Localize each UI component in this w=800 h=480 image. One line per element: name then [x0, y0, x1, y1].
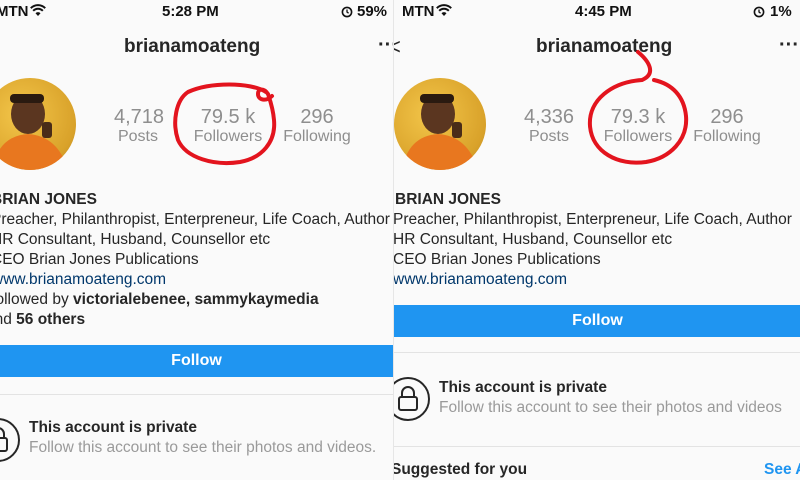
- following-count: 296: [300, 106, 334, 128]
- lock-glyph: [0, 427, 8, 452]
- private-subtitle: Follow this account to see their photos …: [439, 399, 782, 416]
- lock-icon: [394, 377, 430, 421]
- red-circle-annotation: [173, 82, 277, 165]
- avatar[interactable]: [0, 78, 76, 170]
- bio-line-2: HR Consultant, Husband, Counsellor etc: [0, 231, 271, 248]
- avatar-photo: [0, 94, 68, 170]
- status-time: 5:28 PM: [162, 3, 219, 20]
- website-link[interactable]: www.brianamoateng.com: [394, 271, 567, 289]
- posts-count: 4,718: [114, 106, 165, 128]
- red-circle-annotation: [587, 50, 689, 165]
- bio-line-1: Preacher, Philanthropist, Enterpreneur, …: [393, 211, 792, 228]
- carrier-label: MTN: [402, 3, 435, 20]
- profile-name: BRIAN JONES: [395, 191, 501, 208]
- following-count: 296: [710, 106, 744, 128]
- bio-line-3: CEO Brian Jones Publications: [0, 251, 199, 268]
- more-icon[interactable]: ···: [378, 34, 393, 57]
- following-label[interactable]: Following: [691, 128, 763, 146]
- followed-by-prefix: Followed by: [0, 291, 69, 308]
- right-profile-screenshot: MTN 4:45 PM 1% < brianamoateng ··· 4,336…: [393, 0, 800, 480]
- username-title: brianamoateng: [124, 36, 261, 57]
- left-profile-screenshot: MTN 5:28 PM 59% brianamoateng ··· 4,718 …: [0, 0, 393, 480]
- followed-by-names[interactable]: victorialebenee, sammykaymedia: [73, 291, 319, 308]
- private-title: This account is private: [439, 379, 607, 396]
- followed-by-others[interactable]: 56 others: [16, 311, 85, 328]
- back-icon[interactable]: <: [394, 34, 401, 60]
- status-time: 4:45 PM: [575, 3, 632, 20]
- wifi-icon: [436, 4, 452, 16]
- posts-label: Posts: [528, 128, 569, 145]
- suggested-title: Suggested for you: [393, 461, 528, 478]
- divider: [394, 352, 800, 353]
- bio-line-3: CEO Brian Jones Publications: [393, 251, 601, 268]
- wifi-icon: [30, 4, 46, 16]
- alarm-icon: [341, 6, 353, 18]
- see-all-link[interactable]: See All: [764, 461, 800, 479]
- posts-label: Posts: [117, 128, 158, 145]
- battery-percent: 1%: [770, 3, 792, 20]
- followed-by-others-line[interactable]: and 56 others: [0, 311, 85, 329]
- following-label[interactable]: Following: [282, 128, 352, 146]
- more-icon[interactable]: ···: [779, 34, 799, 57]
- followed-by-line[interactable]: Followed by victorialebenee, sammykaymed…: [0, 291, 319, 309]
- website-link[interactable]: www.brianamoateng.com: [0, 271, 166, 289]
- followed-by-and: and: [0, 311, 12, 328]
- alarm-icon: [753, 6, 765, 18]
- posts-count: 4,336: [523, 106, 575, 128]
- avatar-photo: [402, 94, 478, 170]
- avatar[interactable]: [394, 78, 486, 170]
- private-subtitle: Follow this account to see their photos …: [29, 439, 377, 456]
- carrier-label: MTN: [0, 3, 29, 20]
- private-title: This account is private: [29, 419, 197, 436]
- lock-icon: [0, 418, 20, 462]
- profile-name: BRIAN JONES: [0, 191, 97, 208]
- lock-glyph: [398, 386, 418, 411]
- follow-button[interactable]: Follow: [394, 305, 800, 337]
- battery-percent: 59%: [357, 3, 388, 20]
- follow-button[interactable]: Follow: [0, 345, 393, 377]
- bio-line-1: Preacher, Philanthropist, Enterpreneur, …: [0, 211, 390, 228]
- divider: [394, 446, 800, 447]
- bio-line-2: HR Consultant, Husband, Counsellor etc: [393, 231, 673, 248]
- divider: [0, 394, 393, 395]
